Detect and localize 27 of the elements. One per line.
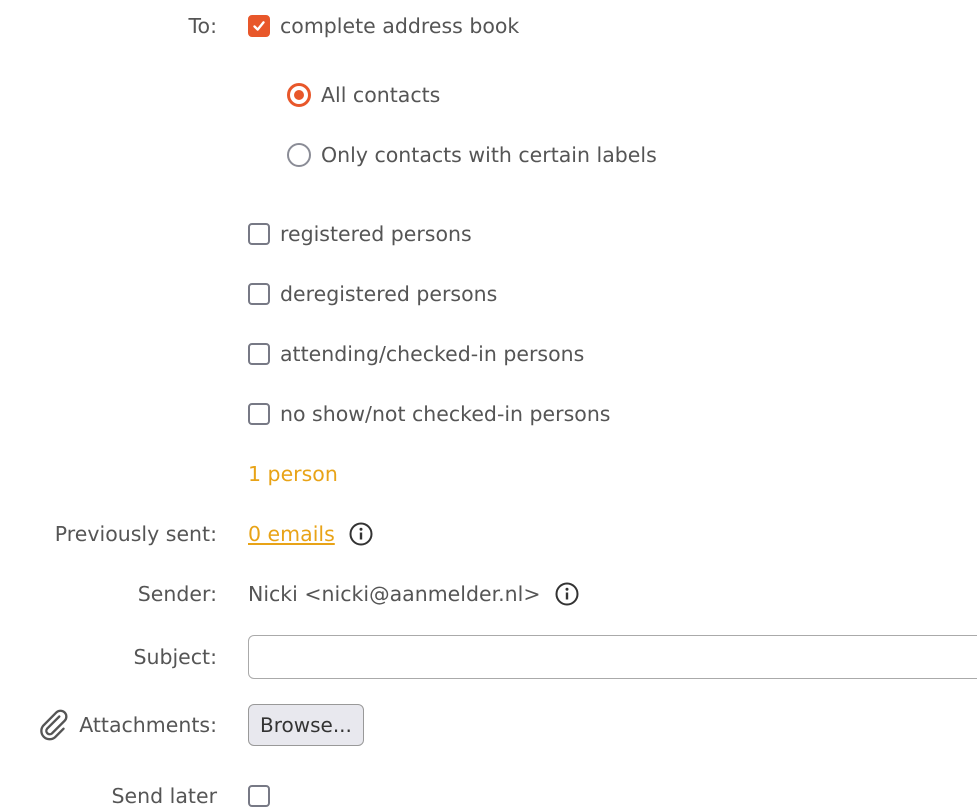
- info-icon[interactable]: [554, 582, 579, 606]
- recipient-count: 1 person: [248, 462, 338, 486]
- field-label: To:: [188, 14, 217, 38]
- option-label: deregistered persons: [280, 282, 498, 306]
- checkbox[interactable]: [248, 343, 270, 365]
- field-label: Subject:: [133, 645, 217, 669]
- radio-button[interactable]: [287, 83, 311, 107]
- radio-button[interactable]: [287, 143, 311, 167]
- option-label: no show/not checked-in persons: [280, 402, 610, 426]
- field-label: Sender:: [138, 582, 217, 606]
- checkbox[interactable]: [248, 15, 270, 37]
- option-label: Only contacts with certain labels: [321, 143, 657, 167]
- field-label: Previously sent:: [54, 522, 217, 546]
- field-label: Send later: [112, 784, 217, 808]
- checkbox[interactable]: [248, 283, 270, 305]
- option-label: attending/checked-in persons: [280, 342, 584, 366]
- checkbox[interactable]: [248, 785, 270, 807]
- sender-value: Nicki <nicki@aanmelder.nl>: [248, 582, 541, 606]
- info-icon[interactable]: [348, 522, 373, 546]
- option-label: All contacts: [321, 83, 440, 107]
- field-label: Attachments:: [79, 713, 217, 737]
- checkbox[interactable]: [248, 223, 270, 245]
- checkbox[interactable]: [248, 403, 270, 425]
- option-label: registered persons: [280, 222, 472, 246]
- option-label: complete address book: [280, 14, 520, 38]
- browse-button[interactable]: Browse...: [248, 704, 364, 746]
- subject-field[interactable]: [248, 635, 977, 679]
